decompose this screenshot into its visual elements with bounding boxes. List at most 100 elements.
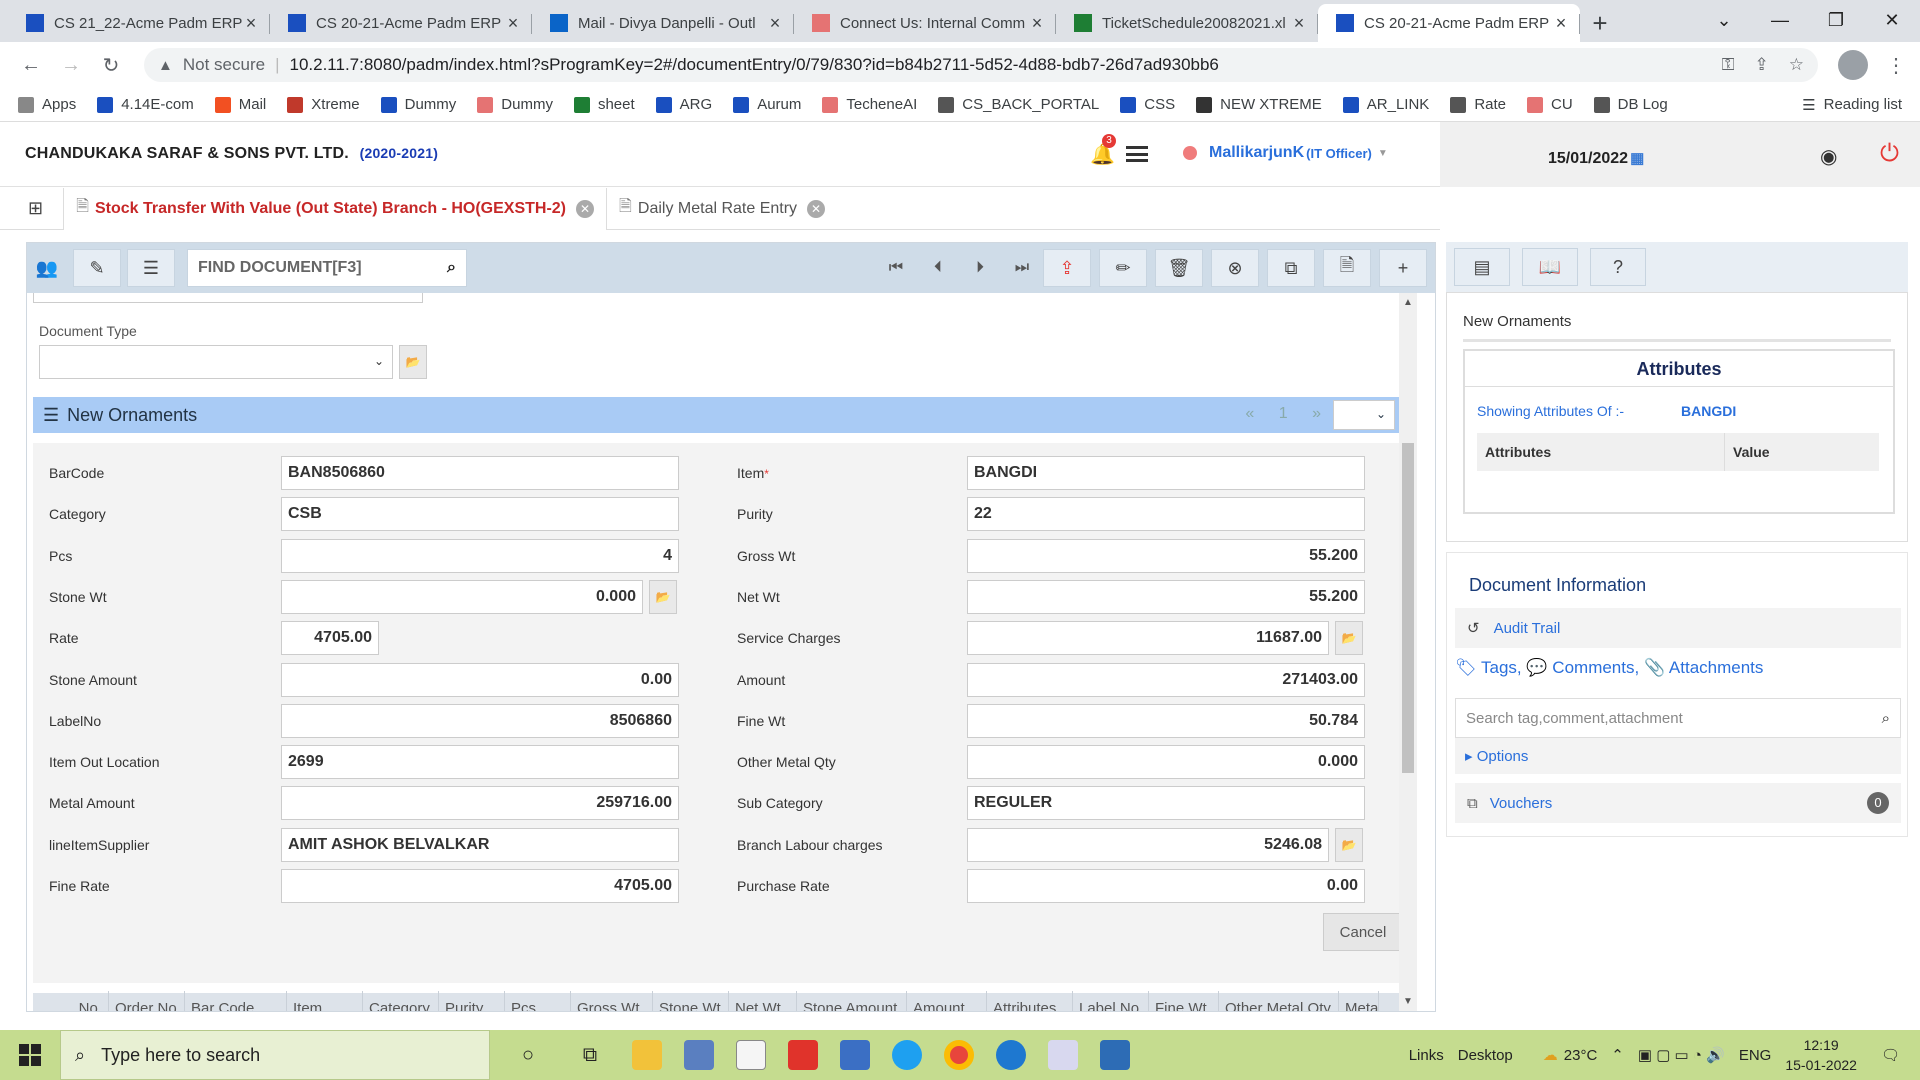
bookmark-item[interactable]: DB Log [1593, 96, 1668, 113]
field-input[interactable]: 4705.00 [281, 869, 679, 903]
bookmark-item[interactable]: sheet [573, 96, 635, 113]
maximize-button[interactable]: ❐ [1808, 0, 1864, 40]
cancel-button[interactable]: Cancel [1323, 913, 1403, 951]
bookmark-item[interactable]: Dummy [380, 96, 456, 113]
folder-open-icon[interactable]: 📂 [1335, 827, 1363, 862]
skype-icon[interactable] [892, 1040, 922, 1070]
bookmark-item[interactable]: Aurum [733, 96, 801, 113]
anydesk-icon[interactable] [788, 1040, 818, 1070]
weather-icon[interactable]: ☁ [1543, 1046, 1558, 1064]
network-app-icon[interactable] [684, 1040, 714, 1070]
url-field[interactable]: ▲ Not secure | 10.2.11.7:8080/padm/index… [144, 48, 1818, 82]
users-icon[interactable]: 👥 [27, 249, 67, 287]
close-tab-icon[interactable]: × [1028, 13, 1046, 34]
folder-open-icon[interactable]: 📂 [1335, 621, 1363, 656]
book-button[interactable]: 📖 [1522, 248, 1578, 286]
skype-business-icon[interactable] [996, 1040, 1026, 1070]
bookmark-item[interactable]: 4.14E-com [97, 96, 194, 113]
browser-menu-icon[interactable]: ⋮ [1886, 53, 1906, 78]
notification-bell-icon[interactable]: 🔔 3 [1090, 134, 1116, 167]
tag-search-input[interactable]: Search tag,comment,attachment ⌕ [1455, 698, 1901, 738]
bookmark-item[interactable]: Rate [1450, 96, 1506, 113]
page-select[interactable]: ⌄ [1333, 400, 1395, 430]
browser-tab[interactable]: CS 20-21-Acme Padm ERP × [1318, 4, 1580, 42]
table-column-header[interactable]: Attributes [987, 991, 1073, 1011]
field-input[interactable]: 0.00 [967, 869, 1365, 903]
financial-year[interactable]: (2020-2021) [360, 145, 438, 161]
field-input[interactable]: 271403.00 [967, 662, 1365, 697]
field-input[interactable]: 4 [281, 538, 679, 573]
details-button[interactable]: ▤ [1454, 248, 1510, 286]
calendar-icon[interactable]: ▦ [1630, 150, 1644, 167]
scroll-thumb[interactable] [1402, 443, 1414, 773]
last-record-icon[interactable]: ⏭ [1001, 259, 1043, 277]
close-tab-icon[interactable]: × [504, 13, 522, 34]
bookmark-item[interactable]: ARG [655, 96, 712, 113]
vouchers-link[interactable]: ⧉ Vouchers 0 [1455, 783, 1901, 823]
menu-icon[interactable] [1126, 146, 1148, 162]
browser-tab[interactable]: Connect Us: Internal Comm × [794, 4, 1056, 42]
reading-list-button[interactable]: ☰ Reading list [1802, 96, 1902, 114]
table-column-header[interactable]: Gross Wt [571, 991, 653, 1011]
task-view-icon[interactable]: ⧉ [570, 1035, 610, 1075]
table-column-header[interactable]: Net Wt [729, 991, 797, 1011]
table-column-header[interactable]: Purity [439, 991, 505, 1011]
field-input[interactable]: 8506860 [281, 703, 679, 738]
start-button[interactable] [0, 1044, 60, 1066]
attachments-link[interactable]: Attachments [1669, 658, 1764, 677]
field-input[interactable]: 0.00 [281, 662, 679, 697]
temperature[interactable]: 23°C [1564, 1047, 1598, 1064]
bookmark-star-icon[interactable]: ☆ [1789, 55, 1804, 75]
bookmark-item[interactable]: CS_BACK_PORTAL [938, 96, 1099, 113]
browser-tab[interactable]: Mail - Divya Danpelli - Outl × [532, 4, 794, 42]
report-button[interactable]: 🗎 [1323, 249, 1371, 287]
add-button[interactable]: + [1379, 249, 1427, 287]
remote-desktop-icon[interactable] [840, 1040, 870, 1070]
tab-search-icon[interactable]: ⌄ [1696, 0, 1752, 40]
field-input[interactable]: 259716.00 [281, 786, 679, 821]
reload-icon[interactable]: ↻ [94, 53, 128, 78]
share-icon[interactable]: ⇪ [1755, 55, 1769, 75]
first-record-icon[interactable]: ⏮ [875, 259, 917, 277]
close-tab-icon[interactable]: × [766, 13, 784, 34]
folder-open-icon[interactable]: 📂 [649, 579, 677, 614]
user-menu[interactable]: MallikarjunK (IT Officer) ▼ [1183, 144, 1388, 162]
field-input[interactable]: 4705.00 [281, 621, 379, 656]
search-icon[interactable]: ⌕ [447, 259, 456, 277]
copy-button[interactable]: ⧉ [1267, 249, 1315, 287]
field-input[interactable]: CSB [281, 497, 679, 532]
new-tab-button[interactable]: + [1580, 4, 1620, 42]
scroll-up-icon[interactable]: ▲ [1403, 297, 1413, 308]
tags-link[interactable]: Tags, [1481, 658, 1522, 677]
links-toolbar[interactable]: Links [1409, 1047, 1444, 1064]
comments-link[interactable]: Comments, [1552, 658, 1639, 677]
paint-icon[interactable] [1048, 1040, 1078, 1070]
power-icon[interactable]: ⏻ [1880, 140, 1899, 168]
audit-trail-link[interactable]: ↺ Audit Trail [1455, 608, 1901, 648]
show-hidden-icons[interactable]: ⌃ [1611, 1046, 1624, 1064]
bookmark-item[interactable]: Mail [214, 96, 266, 113]
close-tab-icon[interactable]: × [242, 13, 260, 34]
table-column-header[interactable]: No. [33, 991, 109, 1011]
tab-daily-metal-rate[interactable]: 🗎 Daily Metal Rate Entry ✕ [607, 188, 837, 230]
field-input[interactable]: 55.200 [967, 579, 1365, 614]
options-toggle[interactable]: ▸ Options [1455, 738, 1901, 774]
close-tab-icon[interactable]: ✕ [807, 199, 826, 218]
browser-tab[interactable]: CS 21_22-Acme Padm ERP × [8, 4, 270, 42]
upload-button[interactable]: ⇪ [1043, 249, 1091, 287]
table-column-header[interactable]: Stone Amount [797, 991, 907, 1011]
field-input[interactable]: REGULER [967, 786, 1365, 821]
field-input[interactable]: AMIT ASHOK BELVALKAR [281, 827, 679, 862]
minimize-button[interactable]: — [1752, 0, 1808, 40]
delete-button[interactable]: 🗑 [1155, 249, 1203, 287]
cortana-icon[interactable]: ○ [508, 1035, 548, 1075]
vnc-icon[interactable] [736, 1040, 766, 1070]
bookmark-item[interactable]: AR_LINK [1342, 96, 1429, 113]
back-icon[interactable]: ← [14, 54, 48, 77]
notifications-icon[interactable]: 🗨 [1881, 1046, 1900, 1064]
pager[interactable]: « 1 » [1245, 405, 1331, 423]
previous-record-icon[interactable]: ⏴ [917, 259, 959, 277]
browser-tab[interactable]: TicketSchedule20082021.xl × [1056, 4, 1318, 42]
bookmark-item[interactable]: NEW XTREME [1196, 96, 1322, 113]
folder-open-icon[interactable]: 📂 [399, 345, 427, 379]
